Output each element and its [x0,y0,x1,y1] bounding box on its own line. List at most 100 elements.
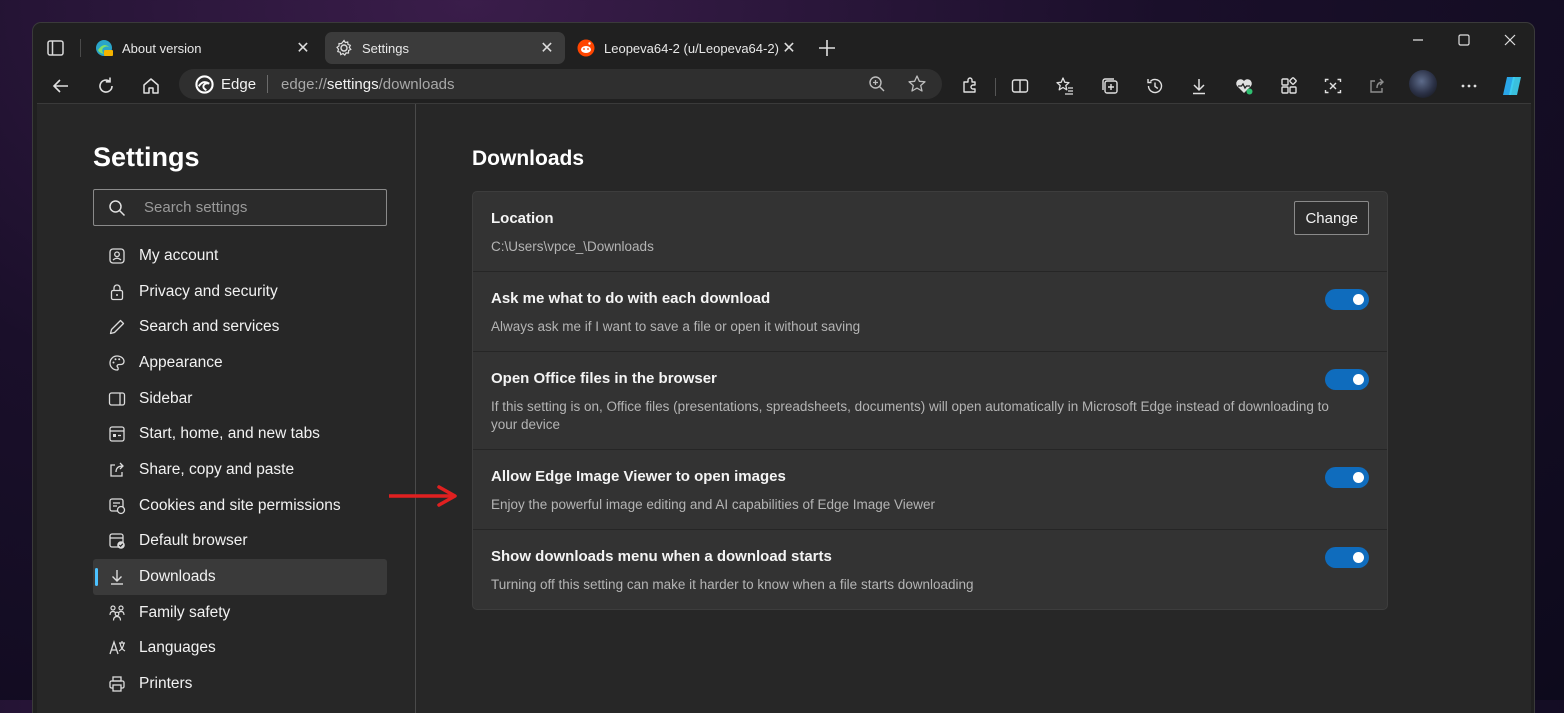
settings-nav: My account Privacy and security Search a… [93,238,387,702]
browser-icon [107,531,127,551]
share-icon [107,460,127,480]
pen-icon [107,317,127,337]
sidebar-item-label: Printers [139,675,193,693]
setting-description: Enjoy the powerful image editing and AI … [491,497,936,512]
minimize-icon[interactable] [1395,29,1441,51]
printer-icon [107,674,127,694]
favorites-icon[interactable] [1053,74,1077,98]
settings-content: Downloads Location C:\Users\vpce_\Downlo… [416,104,1531,713]
copilot-icon[interactable] [1500,74,1524,98]
ask-download-toggle[interactable] [1325,289,1369,310]
tab-strip: About version ✕ Settings ✕ Leopeva64-2 (… [33,23,1534,69]
sidebar-item-languages[interactable]: Languages [93,631,387,667]
sidebar-item-label: My account [139,246,219,264]
sidebar-item-label: Privacy and security [139,282,278,300]
setting-description: Always ask me if I want to save a file o… [491,319,861,334]
sidebar-item-downloads[interactable]: Downloads [93,559,387,595]
sidebar-item-appearance[interactable]: Appearance [93,345,387,381]
split-screen-icon[interactable] [1008,74,1032,98]
setting-title: Ask me what to do with each download [491,290,771,307]
sidebar-item-label: Family safety [139,603,231,621]
search-input[interactable] [142,198,366,217]
sidebar-item-cookies[interactable]: Cookies and site permissions [93,488,387,524]
screenshot-icon[interactable] [1321,74,1345,98]
settings-page: Settings My account Privacy and security… [37,103,1531,713]
tab-actions-icon[interactable] [45,38,67,58]
sidebar-item-label: Appearance [139,353,223,371]
zoom-icon[interactable] [866,73,888,95]
sidebar-item-my-account[interactable]: My account [93,238,387,274]
extensions-icon[interactable] [958,74,982,98]
favorite-star-icon[interactable] [906,73,928,95]
setting-title: Open Office files in the browser [491,370,717,387]
new-tab-icon[interactable] [816,37,838,59]
tab-separator [80,39,81,57]
address-bar[interactable]: Edge edge://settings/downloads [179,69,942,99]
setting-row-ask-download: Ask me what to do with each download Alw… [473,272,1387,352]
apps-icon[interactable] [1277,74,1301,98]
location-path: C:\Users\vpce_\Downloads [491,239,654,254]
office-files-toggle[interactable] [1325,369,1369,390]
cookies-icon [107,496,127,516]
back-icon[interactable] [49,74,73,98]
change-location-button[interactable]: Change [1294,201,1369,235]
browser-toolbar: Edge edge://settings/downloads [33,69,1534,103]
home-icon[interactable] [139,74,163,98]
refresh-icon[interactable] [94,74,118,98]
history-icon[interactable] [1143,74,1167,98]
palette-icon [107,353,127,373]
profile-avatar[interactable] [1409,70,1437,98]
setting-row-office-files: Open Office files in the browser If this… [473,352,1387,450]
sidebar-item-start-home[interactable]: Start, home, and new tabs [93,416,387,452]
browser-essentials-icon[interactable] [1232,74,1256,98]
more-options-icon[interactable] [1457,74,1481,98]
sidebar-item-label: Sidebar [139,389,193,407]
sidebar-item-printers[interactable]: Printers [93,666,387,702]
settings-sidebar: Settings My account Privacy and security… [37,104,416,713]
close-window-icon[interactable] [1487,29,1533,51]
location-row: Location C:\Users\vpce_\Downloads Change [473,192,1387,272]
url-text[interactable]: edge://settings/downloads [281,76,454,93]
reddit-icon [577,39,595,57]
sidebar-item-default-browser[interactable]: Default browser [93,524,387,560]
image-viewer-toggle[interactable] [1325,467,1369,488]
share-icon[interactable] [1365,74,1389,98]
newtab-icon [107,424,127,444]
close-tab-icon[interactable]: ✕ [539,40,555,57]
page-title: Downloads [472,147,585,170]
sidebar-item-share-copy[interactable]: Share, copy and paste [93,452,387,488]
sidebar-item-family-safety[interactable]: Family safety [93,595,387,631]
sidebar-icon [107,389,127,409]
sidebar-item-label: Search and services [139,318,280,336]
sidebar-item-label: Languages [139,639,216,657]
close-tab-icon[interactable]: ✕ [781,40,797,57]
setting-row-image-viewer: Allow Edge Image Viewer to open images E… [473,450,1387,530]
sidebar-item-label: Share, copy and paste [139,460,295,478]
site-label: Edge [221,75,257,93]
setting-row-downloads-menu: Show downloads menu when a download star… [473,530,1387,609]
sidebar-item-search-services[interactable]: Search and services [93,309,387,345]
downloads-icon[interactable] [1187,74,1211,98]
lock-icon [107,282,127,302]
sidebar-item-label: Default browser [139,532,248,550]
tab-title: Leopeva64-2 (u/Leopeva64-2) - R [604,40,781,56]
maximize-icon[interactable] [1441,29,1487,51]
downloads-card: Location C:\Users\vpce_\Downloads Change… [472,191,1388,610]
edge-logo-icon [195,74,214,94]
collections-icon[interactable] [1098,74,1122,98]
sidebar-item-label: Start, home, and new tabs [139,425,320,443]
sidebar-item-privacy[interactable]: Privacy and security [93,274,387,310]
setting-description: If this setting is on, Office files (pre… [491,399,1329,432]
languages-icon [107,638,127,658]
search-box[interactable] [93,189,387,226]
tab-reddit[interactable]: Leopeva64-2 (u/Leopeva64-2) - R ✕ [567,32,807,64]
setting-description: Turning off this setting can make it har… [491,577,974,592]
setting-title: Allow Edge Image Viewer to open images [491,468,786,485]
tab-settings[interactable]: Settings ✕ [325,32,565,64]
close-tab-icon[interactable]: ✕ [295,40,311,57]
tab-about-version[interactable]: About version ✕ [85,32,321,64]
sidebar-item-sidebar[interactable]: Sidebar [93,381,387,417]
sidebar-item-label: Cookies and site permissions [139,496,341,514]
downloads-menu-toggle[interactable] [1325,547,1369,568]
address-divider [267,75,269,93]
